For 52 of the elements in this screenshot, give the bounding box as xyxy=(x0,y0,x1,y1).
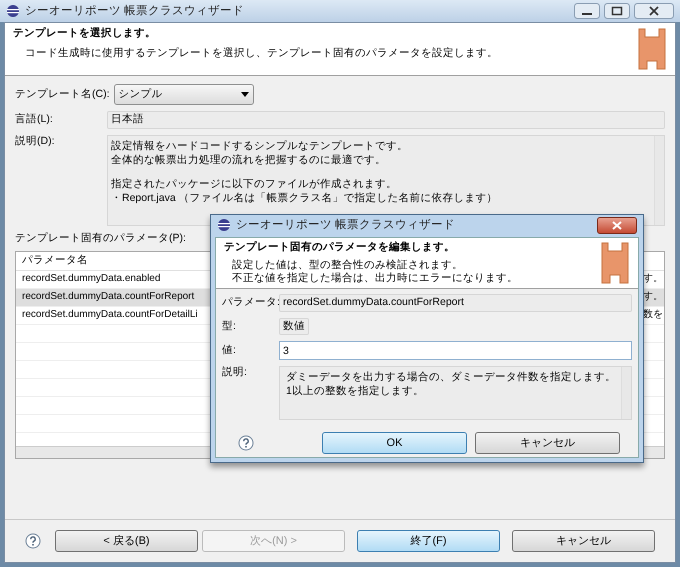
window-title: シーオーリポーツ 帳票クラスウィザード xyxy=(25,4,244,18)
header-title: テンプレートを選択します。 xyxy=(13,27,157,41)
header-message: 不正な値を指定した場合は、出力時にエラーになります。 xyxy=(232,272,518,284)
description-line: 全体的な帳票出力処理の流れを把握するのに最適です。 xyxy=(111,152,387,167)
value-field[interactable]: 3 xyxy=(279,341,632,360)
field-label: 型: xyxy=(222,320,237,334)
field-label: パラメータ: xyxy=(222,296,279,310)
description-line: 設定情報をハードコードするシンプルなテンプレートです。 xyxy=(111,138,409,153)
header-title: テンプレート固有のパラメータを編集します。 xyxy=(224,241,456,255)
table-cell-text: recordSet.dummyData.enabled xyxy=(22,272,160,286)
maximize-icon[interactable] xyxy=(604,3,630,19)
description-line: 1以上の整数を指定します。 xyxy=(286,384,425,398)
table-cell-text: 数を xyxy=(643,308,663,322)
parameter-field: recordSet.dummyData.countForReport xyxy=(279,294,632,312)
button[interactable]: 終了(F) xyxy=(357,530,500,552)
dropdown-arrow-icon xyxy=(240,92,248,97)
table-cell-text: recordSet.dummyData.countForDetailLi xyxy=(22,308,198,322)
castle-icon xyxy=(600,241,630,285)
column-header: パラメータ名 xyxy=(22,254,88,266)
button[interactable]: キャンセル xyxy=(512,530,655,552)
header-message: コード生成時に使用するテンプレートを選択し、テンプレート固有のパラメータを設定します。 xyxy=(24,46,498,60)
close-icon[interactable] xyxy=(634,3,674,19)
dialog-title: シーオーリポーツ 帳票クラスウィザード xyxy=(236,218,456,232)
field-label: 説明(D): xyxy=(15,134,56,148)
type-field: 数値 xyxy=(279,318,309,336)
table-cell-text: す。 xyxy=(643,272,663,286)
button[interactable]: OK xyxy=(322,432,467,454)
button[interactable]: < 戻る(B) xyxy=(55,530,198,552)
field-label: 値: xyxy=(222,344,237,358)
template-dropdown[interactable]: シンプル xyxy=(114,84,254,105)
app-icon xyxy=(6,4,20,18)
description-line: ・Report.java （ファイル名は「帳票クラス名」で指定した名前に依存します） xyxy=(111,190,499,205)
table-cell-text: す。 xyxy=(643,290,663,304)
close-button[interactable] xyxy=(597,216,637,234)
scrollbar[interactable] xyxy=(654,136,664,225)
castle-icon xyxy=(637,27,667,71)
language-field: 日本語 xyxy=(107,111,665,129)
close-icon xyxy=(612,220,622,230)
table-cell-text: recordSet.dummyData.countForReport xyxy=(22,290,194,304)
section-label: テンプレート固有のパラメータ(P): xyxy=(15,232,186,244)
help-icon[interactable] xyxy=(238,435,254,452)
button[interactable]: キャンセル xyxy=(475,432,620,454)
field-label: テンプレート名(C): xyxy=(15,88,110,102)
field-label: 言語(L): xyxy=(15,113,54,127)
field-label: 説明: xyxy=(222,366,248,380)
description-line: 指定されたパッケージに以下のファイルが作成されます。 xyxy=(111,176,398,191)
description-line: ダミーデータを出力する場合の、ダミーデータ件数を指定します。 xyxy=(286,370,617,384)
header-message: 設定した値は、型の整合性のみ検証されます。 xyxy=(232,258,463,271)
help-icon[interactable] xyxy=(25,533,41,549)
scrollbar[interactable] xyxy=(621,367,631,420)
minimize-icon[interactable] xyxy=(574,3,600,19)
app-icon xyxy=(217,218,231,232)
